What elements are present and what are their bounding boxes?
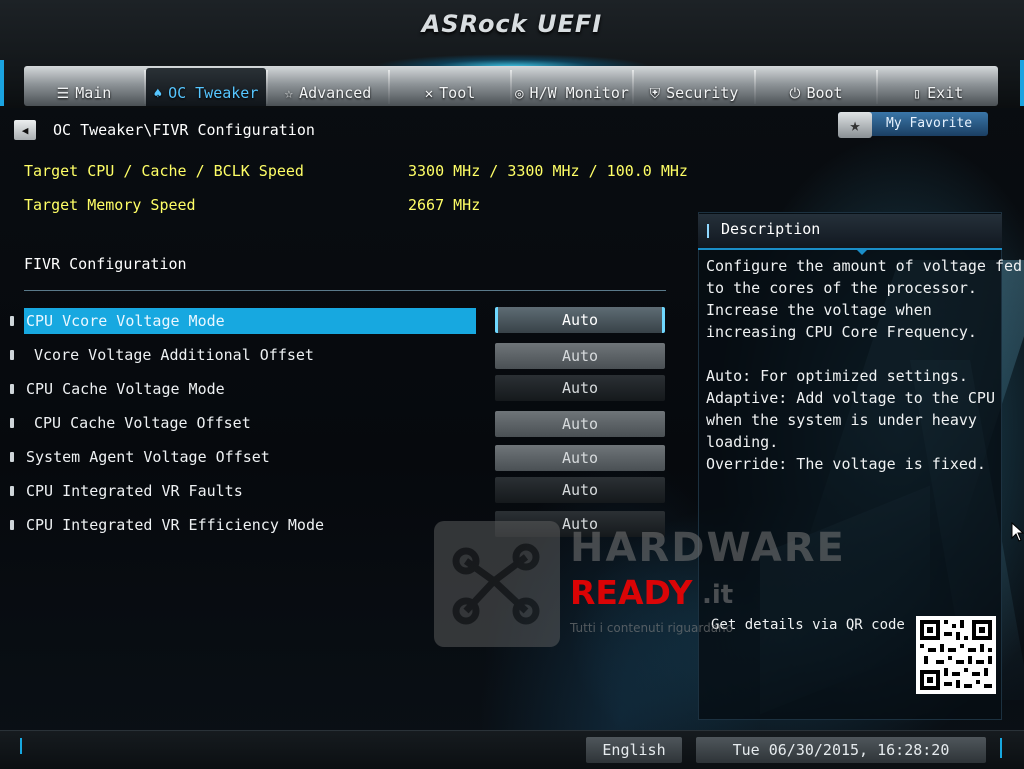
- footer-marker: [1000, 738, 1002, 758]
- description-line: Auto: For optimized settings.: [706, 367, 968, 385]
- door-icon: ▯: [912, 86, 922, 102]
- description-line: Configure the amount of voltage fed: [706, 257, 1023, 275]
- language-button[interactable]: English: [586, 737, 682, 763]
- tab-label: H/W Monitor: [529, 84, 629, 102]
- monitor-icon: ◎: [515, 86, 524, 102]
- shield-icon: ⛨: [649, 86, 661, 102]
- row-bullet: [10, 316, 14, 326]
- tab-tool[interactable]: ✕ Tool: [390, 68, 510, 106]
- mouse-cursor-icon: [1011, 521, 1024, 546]
- star-advanced-icon: ☆: [284, 86, 294, 102]
- tab-label: Boot: [806, 84, 843, 102]
- header-edge-left: [0, 60, 4, 106]
- row-bullet: [10, 452, 14, 462]
- tab-label: Advanced: [299, 84, 372, 102]
- my-favorite-label: My Favorite: [886, 116, 973, 131]
- description-line: to the cores of the processor.: [706, 279, 977, 297]
- tools-icon: ✕: [424, 86, 434, 102]
- setting-label-system-agent-voltage-offset[interactable]: System Agent Voltage Offset: [26, 444, 270, 470]
- target-memory-speed-label: Target Memory Speed: [24, 196, 196, 214]
- row-bullet: [10, 520, 14, 530]
- row-bullet: [10, 418, 14, 428]
- setting-value-cpu-integrated-vr-faults[interactable]: Auto: [495, 477, 665, 503]
- description-line: when the system is under heavy: [706, 411, 977, 429]
- setting-value-cpu-cache-voltage-offset[interactable]: Auto: [495, 411, 665, 437]
- main-list-icon: ☰: [56, 86, 70, 102]
- tab-label: Exit: [927, 84, 964, 102]
- watermark-brand: READY: [570, 573, 693, 612]
- star-icon[interactable]: ★: [838, 112, 872, 138]
- rocket-icon: ♠: [153, 86, 163, 102]
- section-title: FIVR Configuration: [24, 255, 187, 273]
- header-edge-right: [1020, 60, 1024, 106]
- footer-marker: [20, 738, 22, 754]
- power-icon: ⏻: [789, 86, 801, 102]
- watermark-domain: .it: [702, 580, 734, 610]
- setting-label-cpu-cache-voltage-offset[interactable]: CPU Cache Voltage Offset: [34, 410, 251, 436]
- tab-label: OC Tweaker: [168, 84, 259, 102]
- brand-logo: ASRock UEFI: [421, 10, 603, 38]
- row-bullet: [10, 486, 14, 496]
- tab-label: Security: [666, 84, 739, 102]
- datetime-display: Tue 06/30/2015, 16:28:20: [696, 737, 986, 763]
- tab-main[interactable]: ☰ Main: [24, 68, 144, 106]
- tab-oc-tweaker[interactable]: ♠ OC Tweaker: [146, 68, 266, 106]
- qr-code: [916, 616, 996, 694]
- description-line: Adaptive: Add voltage to the CPU: [706, 389, 995, 407]
- description-line: loading.: [706, 433, 779, 451]
- description-marker: [707, 224, 709, 238]
- setting-label-cpu-cache-voltage-mode[interactable]: CPU Cache Voltage Mode: [26, 376, 225, 402]
- tab-label: Tool: [439, 84, 476, 102]
- back-button[interactable]: ◀: [14, 120, 36, 140]
- description-line: increasing CPU Core Frequency.: [706, 323, 977, 341]
- description-title: Description: [721, 220, 821, 238]
- setting-value-vcore-voltage-additional-offset[interactable]: Auto: [495, 343, 665, 369]
- row-bullet: [10, 350, 14, 360]
- setting-value-system-agent-voltage-offset[interactable]: Auto: [495, 445, 665, 471]
- watermark-logo: [434, 521, 560, 647]
- tab-label: Main: [75, 84, 112, 102]
- tab-advanced[interactable]: ☆ Advanced: [268, 68, 388, 106]
- tab-security[interactable]: ⛨ Security: [634, 68, 754, 106]
- qr-code-label: Get details via QR code: [711, 617, 905, 633]
- target-cpu-speed-label: Target CPU / Cache / BCLK Speed: [24, 162, 304, 180]
- setting-value-cpu-vcore-voltage-mode[interactable]: Auto: [495, 307, 665, 333]
- watermark-caption: Tutti i contenuti riguardano: [570, 621, 734, 635]
- setting-label-cpu-integrated-vr-efficiency-mode[interactable]: CPU Integrated VR Efficiency Mode: [26, 512, 324, 538]
- breadcrumb: OC Tweaker\FIVR Configuration: [53, 121, 315, 139]
- tab-exit[interactable]: ▯ Exit: [878, 68, 998, 106]
- tab-boot[interactable]: ⏻ Boot: [756, 68, 876, 106]
- description-line: Override: The voltage is fixed.: [706, 455, 986, 473]
- setting-label-cpu-vcore-voltage-mode[interactable]: CPU Vcore Voltage Mode: [24, 308, 476, 334]
- row-bullet: [10, 384, 14, 394]
- setting-value-cpu-cache-voltage-mode[interactable]: Auto: [495, 375, 665, 401]
- tab-hw-monitor[interactable]: ◎ H/W Monitor: [512, 68, 632, 106]
- description-line: Increase the voltage when: [706, 301, 932, 319]
- watermark-text: HARDWARE: [570, 525, 846, 571]
- setting-label-vcore-voltage-additional-offset[interactable]: Vcore Voltage Additional Offset: [34, 342, 314, 368]
- setting-label-cpu-integrated-vr-faults[interactable]: CPU Integrated VR Faults: [26, 478, 243, 504]
- target-memory-speed-value: 2667 MHz: [408, 196, 481, 214]
- section-divider: [24, 290, 666, 291]
- arrow-left-icon: ◀: [21, 123, 29, 137]
- qr-code-icon: [920, 620, 992, 690]
- description-pointer-icon: [855, 248, 869, 255]
- target-cpu-speed-value: 3300 MHz / 3300 MHz / 100.0 MHz: [408, 162, 688, 180]
